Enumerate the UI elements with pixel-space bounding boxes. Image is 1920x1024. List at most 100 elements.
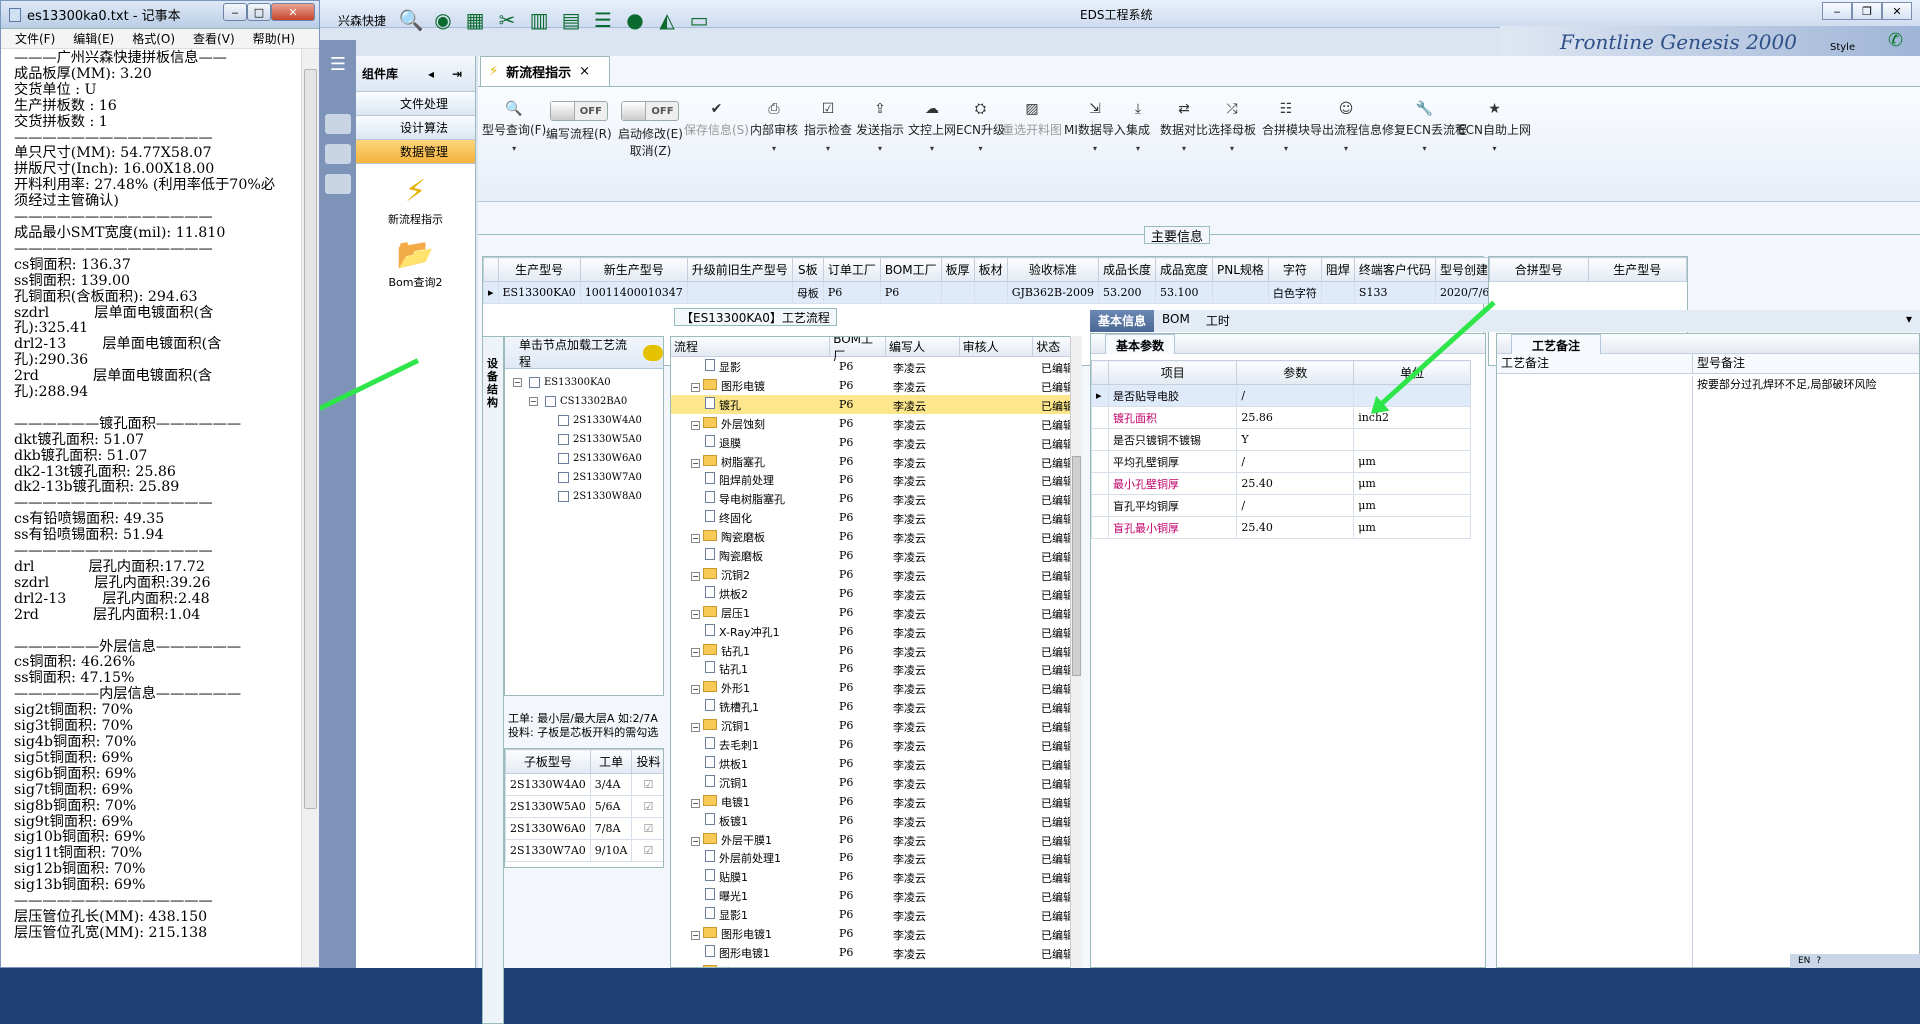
tree-node[interactable]: 2S1330W6A0: [545, 453, 642, 464]
flow-step[interactable]: 沉铜1: [705, 774, 748, 791]
table-icon[interactable]: ☰: [590, 8, 616, 32]
chart-icon[interactable]: ◭: [654, 8, 680, 32]
param-row[interactable]: ▸ 是否贴导电胶 /: [1091, 384, 1471, 407]
node-checkbox[interactable]: [558, 434, 569, 445]
param-row[interactable]: 盲孔平均铜厚 / μm: [1091, 494, 1471, 517]
help-icon[interactable]: ?: [1816, 956, 1821, 966]
table-cell[interactable]: S133: [1353, 281, 1436, 304]
param-value[interactable]: /: [1236, 384, 1355, 407]
module-icon-3[interactable]: [325, 174, 351, 194]
table-cell[interactable]: GJB362B-2009: [1006, 281, 1099, 304]
flow-row[interactable]: −外形2P6李凌云已编辑: [671, 962, 1074, 967]
flow-row[interactable]: 阻焊前处理 P6 李凌云 已编辑: [671, 470, 1074, 489]
flow-step[interactable]: − 电镀1: [691, 794, 750, 810]
table-cell[interactable]: 白色字符: [1267, 281, 1322, 304]
scroll-thumb[interactable]: [1072, 456, 1081, 676]
monitor-icon[interactable]: ▭: [686, 8, 712, 32]
param-row[interactable]: 盲孔最小铜厚 25.40 μm: [1091, 516, 1471, 539]
user-icon[interactable]: ●: [622, 8, 648, 32]
column-header[interactable]: 板材: [973, 257, 1008, 282]
zoom-icon[interactable]: 🔍: [398, 8, 424, 32]
expand-icon[interactable]: −: [513, 378, 522, 387]
table-row[interactable]: 2S1330W4A0 3/4A ☑: [505, 773, 663, 796]
column-header[interactable]: 终端客户代码: [1353, 257, 1436, 282]
flow-row[interactable]: − 树脂塞孔 P6 李凌云 已编辑: [671, 452, 1074, 471]
toolbar-button[interactable]: OFF 启动修改(E) 取消(Z): [618, 101, 683, 159]
flow-step[interactable]: X-Ray冲孔1: [705, 623, 780, 640]
column-header[interactable]: 新生产型号: [579, 257, 688, 282]
flow-step[interactable]: 烘板2: [705, 585, 748, 602]
phone-icon[interactable]: ✆: [1888, 30, 1903, 51]
nav-tab-file[interactable]: 文件处理: [356, 92, 475, 116]
flow-step[interactable]: − 图形电镀: [691, 378, 765, 394]
scroll-thumb[interactable]: [304, 69, 317, 809]
flow-row[interactable]: 退膜 P6 李凌云 已编辑: [671, 433, 1074, 452]
flow-row[interactable]: − 钻孔1 P6 李凌云 已编辑: [671, 641, 1074, 660]
flow-row[interactable]: − 外层蚀刻 P6 李凌云 已编辑: [671, 414, 1074, 433]
param-value[interactable]: 25.86: [1236, 406, 1355, 429]
flow-row[interactable]: 烘板1 P6 李凌云 已编辑: [671, 754, 1074, 773]
clipboard-icon[interactable]: ▤: [558, 8, 584, 32]
flow-row[interactable]: 钻孔1 P6 李凌云 已编辑: [671, 659, 1074, 678]
expand-icon[interactable]: −: [691, 685, 700, 695]
tree-node[interactable]: − ES13300KA0: [513, 377, 611, 388]
flow-step[interactable]: 显影1: [705, 907, 748, 923]
node-checkbox[interactable]: [529, 377, 540, 388]
app-minimize-button[interactable]: ‒: [1822, 2, 1852, 20]
column-header[interactable]: 编写人: [886, 337, 960, 356]
param-row[interactable]: 是否只镀铜不镀锡 Y: [1091, 428, 1471, 451]
column-header[interactable]: 生产型号: [497, 257, 581, 282]
feed-checkbox-cell[interactable]: ☑: [631, 839, 663, 862]
tree-node[interactable]: 2S1330W5A0: [545, 434, 642, 445]
toolbar-button[interactable]: ⛭ ECN升级 ▾: [956, 101, 1005, 153]
table-cell[interactable]: 7/8A: [589, 817, 633, 840]
tab-close-icon[interactable]: ×: [579, 64, 590, 79]
tree-node[interactable]: 2S1330W7A0: [545, 472, 642, 483]
toolbar-button[interactable]: ⇪ 发送指示 ▾: [856, 101, 904, 153]
expand-icon[interactable]: −: [691, 798, 700, 808]
flow-row[interactable]: − 图形电镀 P6 李凌云 已编辑: [671, 376, 1074, 395]
toolbar-button[interactable]: ★ ECN自助上网 ▾: [1458, 101, 1531, 153]
table-cell[interactable]: 2S1330W7A0: [505, 839, 591, 862]
table-cell[interactable]: 母板: [791, 281, 824, 304]
column-header[interactable]: 投料: [631, 749, 663, 774]
table-cell[interactable]: [686, 281, 793, 304]
toolbar-button[interactable]: ☑ 指示检查 ▾: [804, 101, 852, 153]
side-tab[interactable]: 设备结构: [482, 336, 504, 1024]
expand-icon[interactable]: −: [691, 420, 700, 430]
flow-step[interactable]: 阻焊前处理: [705, 472, 774, 488]
flow-row[interactable]: 导电树脂塞孔 P6 李凌云 已编辑: [671, 489, 1074, 508]
tab-0[interactable]: 基本信息: [1090, 310, 1155, 332]
flow-row[interactable]: 外层前处理1 P6 李凌云 已编辑: [671, 848, 1074, 867]
table-cell[interactable]: 2S1330W4A0: [505, 773, 591, 796]
style-label[interactable]: Style: [1830, 42, 1855, 53]
app-restore-button[interactable]: ❐: [1852, 2, 1882, 20]
flow-step[interactable]: − 树脂塞孔: [691, 454, 765, 470]
checkbox[interactable]: ☑: [644, 778, 654, 791]
column-header[interactable]: 板厚: [940, 257, 975, 282]
expand-icon[interactable]: −: [691, 931, 700, 940]
expand-icon[interactable]: −: [691, 382, 700, 392]
table-row[interactable]: 2S1330W7A0 9/10A ☑: [505, 839, 663, 862]
minimize-button[interactable]: ‒: [223, 3, 247, 21]
column-header[interactable]: 订单工厂: [822, 257, 881, 282]
node-checkbox[interactable]: [558, 491, 569, 502]
node-checkbox[interactable]: [558, 472, 569, 483]
lang-indicator[interactable]: EN: [1798, 956, 1810, 966]
flow-step[interactable]: 终固化: [705, 510, 752, 526]
menu-item[interactable]: 文件(F): [15, 30, 55, 47]
column-header[interactable]: 验收标准: [1006, 257, 1099, 282]
param-value[interactable]: /: [1236, 450, 1355, 473]
flow-row[interactable]: 沉铜1 P6 李凌云 已编辑: [671, 773, 1074, 792]
flow-step[interactable]: 显影: [705, 359, 741, 375]
close-button[interactable]: ✕: [271, 3, 315, 21]
toolbar-button[interactable]: 🔍 型号查询(F) ▾: [482, 101, 546, 153]
flow-step[interactable]: 板镀1: [705, 812, 748, 829]
flow-step[interactable]: 去毛刺1: [705, 737, 759, 753]
flow-step[interactable]: 图形电镀1: [705, 944, 770, 961]
toolbar-button[interactable]: ☷ 合拼模块 ▾: [1262, 101, 1310, 153]
flow-step[interactable]: − 陶瓷磨板: [691, 529, 765, 545]
table-cell[interactable]: P6: [822, 281, 881, 304]
expand-icon[interactable]: −: [691, 723, 700, 733]
menu-icon[interactable]: ☰: [325, 54, 351, 75]
